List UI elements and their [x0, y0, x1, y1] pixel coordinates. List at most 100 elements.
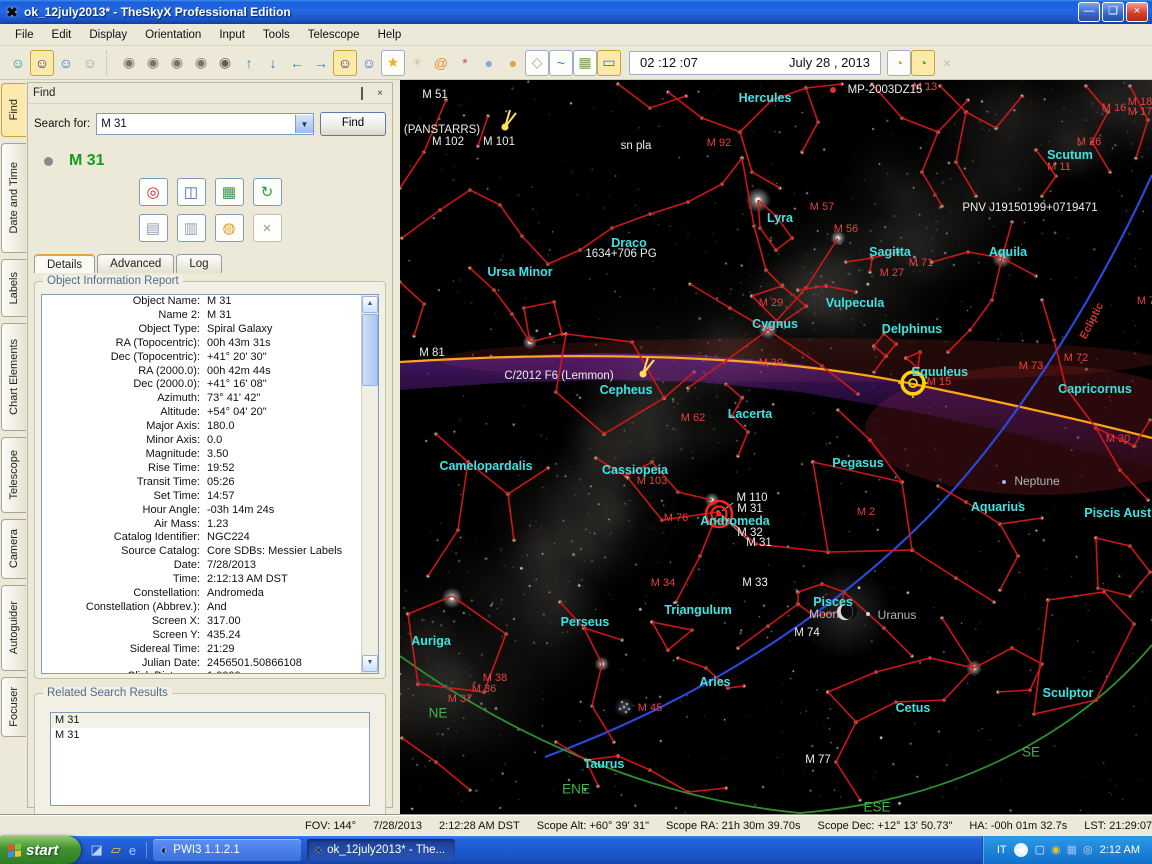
object-label[interactable]: M 31	[746, 537, 772, 549]
object-label[interactable]: MP-2003DZ15	[848, 84, 923, 96]
messier-label[interactable]: M 29	[759, 297, 783, 309]
constellation-label[interactable]: Hercules	[739, 91, 792, 105]
search-input[interactable]: M 31 ▼	[96, 113, 314, 135]
time-run-icon[interactable]: ◔	[911, 50, 935, 76]
figure-walk-icon[interactable]: ☺	[6, 50, 30, 76]
figure-pair-icon[interactable]: ☺	[78, 50, 102, 76]
messier-label[interactable]: M 2	[857, 506, 875, 518]
constellation-label[interactable]: Andromeda	[700, 514, 769, 528]
face-preset-5-icon[interactable]: ◉	[213, 50, 237, 76]
constellation-label[interactable]: Cygnus	[752, 317, 798, 331]
face-preset-1-icon[interactable]: ◉	[117, 50, 141, 76]
pan-right-icon[interactable]: →	[309, 50, 333, 76]
messier-label[interactable]: M 36	[472, 683, 496, 695]
nebula-tool-icon[interactable]: *	[453, 50, 477, 76]
sidebar-tab-date-and-time[interactable]: Date and Time	[1, 143, 26, 253]
path-tool-icon[interactable]: ~	[549, 50, 573, 76]
task-button-2[interactable]: ×ok_12july2013* - The...	[307, 839, 455, 861]
constellation-label[interactable]: Cepheus	[600, 383, 653, 397]
minimize-button[interactable]: —	[1078, 2, 1100, 22]
constellation-label[interactable]: Aquila	[989, 245, 1027, 259]
sun-tool-icon[interactable]: ☀	[405, 50, 429, 76]
pan-up-icon[interactable]: ↑	[237, 50, 261, 76]
report-scrollbar[interactable]: ▲ ▼	[361, 295, 378, 673]
constellation-label[interactable]: Auriga	[411, 634, 451, 648]
messier-label[interactable]: M 57	[810, 201, 834, 213]
face-preset-4-icon[interactable]: ◉	[189, 50, 213, 76]
messier-label[interactable]: M 56	[834, 223, 858, 235]
figure-blue-icon[interactable]: ☺	[54, 50, 78, 76]
menu-edit[interactable]: Edit	[43, 26, 81, 44]
task-button-1[interactable]: ◐PWI3 1.1.2.1	[153, 839, 301, 861]
messier-label[interactable]: M 72	[1064, 352, 1088, 364]
constellation-label[interactable]: Vulpecula	[826, 296, 885, 310]
object-label[interactable]: M 33	[742, 577, 768, 589]
sidebar-tab-telescope[interactable]: Telescope	[1, 437, 26, 513]
object-label[interactable]: C/2012 F6 (Lemmon)	[504, 370, 613, 382]
related-result-item[interactable]: M 31	[51, 713, 369, 728]
messier-label[interactable]: M 30	[1106, 433, 1130, 445]
pan-down-icon[interactable]: ↓	[261, 50, 285, 76]
planet-label[interactable]: Neptune	[1014, 474, 1059, 488]
messier-label[interactable]: M 26	[1077, 136, 1101, 148]
face-preset-3-icon[interactable]: ◉	[165, 50, 189, 76]
monitor-tool-icon[interactable]: ▭	[597, 50, 621, 76]
figure-night-icon[interactable]: ☺	[333, 50, 357, 76]
messier-label[interactable]: M 45	[638, 702, 662, 714]
folder-icon[interactable]: ▱	[111, 842, 121, 858]
find-button[interactable]: Find	[320, 112, 386, 136]
constellation-label[interactable]: Aries	[699, 675, 730, 689]
sidebar-tab-labels[interactable]: Labels	[1, 259, 26, 317]
sidebar-tab-find[interactable]: Find	[1, 83, 26, 137]
constellation-label[interactable]: Perseus	[561, 615, 610, 629]
object-label[interactable]: M 81	[419, 347, 445, 359]
float-panel-icon[interactable]	[355, 87, 369, 100]
constellation-label[interactable]: Sagitta	[869, 245, 911, 259]
tray-camera-icon[interactable]: ◎	[1083, 844, 1093, 856]
scroll-thumb[interactable]	[362, 314, 378, 386]
object-label[interactable]: M 102	[432, 136, 464, 148]
tab-advanced[interactable]: Advanced	[97, 254, 174, 273]
constellation-label[interactable]: Triangulum	[664, 603, 731, 617]
sidebar-tab-autoguider[interactable]: Autoguider	[1, 585, 26, 671]
menu-display[interactable]: Display	[80, 26, 136, 44]
messier-label[interactable]: M 76	[664, 512, 688, 524]
browser-icon[interactable]: e	[129, 843, 136, 858]
messier-label[interactable]: M 34	[651, 577, 675, 589]
messier-label[interactable]: M 92	[707, 137, 731, 149]
messier-label[interactable]: M 11	[1047, 161, 1071, 173]
constellation-label[interactable]: Lyra	[767, 211, 793, 225]
planet-label[interactable]: Uranus	[878, 608, 917, 622]
figure-selected-icon[interactable]: ☺	[30, 50, 54, 76]
menu-telescope[interactable]: Telescope	[299, 26, 369, 44]
menu-input[interactable]: Input	[210, 26, 254, 44]
grid-tool-icon[interactable]: ▦	[573, 50, 597, 76]
messier-label[interactable]: M 71	[909, 257, 933, 269]
object-label[interactable]: M 101	[483, 136, 515, 148]
report-page-button[interactable]: ▤	[139, 214, 168, 242]
galaxy-tool-icon[interactable]: @	[429, 50, 453, 76]
remove-button[interactable]: ×	[253, 214, 282, 242]
object-label[interactable]: (PANSTARRS)	[404, 124, 480, 136]
tray-network-icon[interactable]: ▦	[1067, 844, 1077, 856]
constellation-label[interactable]: Cetus	[896, 701, 931, 715]
menu-orientation[interactable]: Orientation	[136, 26, 210, 44]
constellation-label[interactable]: Camelopardalis	[439, 459, 532, 473]
constellation-label[interactable]: Taurus	[584, 757, 625, 771]
related-list[interactable]: M 31M 31	[50, 712, 370, 806]
constellation-label[interactable]: Scutum	[1047, 148, 1093, 162]
messier-label[interactable]: M 62	[681, 412, 705, 424]
copy-report-button[interactable]: ▥	[177, 214, 206, 242]
messier-label[interactable]: M 73	[1019, 360, 1043, 372]
language-indicator[interactable]: IT	[997, 844, 1007, 856]
pan-left-icon[interactable]: ←	[285, 50, 309, 76]
clock[interactable]: 2:12 AM	[1100, 844, 1140, 856]
planet-label[interactable]: Moon	[809, 607, 839, 621]
frame-object-button[interactable]: ◫	[177, 178, 206, 206]
label-tag-icon[interactable]: ◇	[525, 50, 549, 76]
sky-chart[interactable]: HerculesLyraDracoUrsa MinorCygnusVulpecu…	[400, 80, 1152, 815]
orange-nebula-icon[interactable]: ●	[501, 50, 525, 76]
horizon-direction-label[interactable]: NE	[429, 706, 448, 721]
sidebar-tab-camera[interactable]: Camera	[1, 519, 26, 579]
figure-day-icon[interactable]: ☺	[357, 50, 381, 76]
